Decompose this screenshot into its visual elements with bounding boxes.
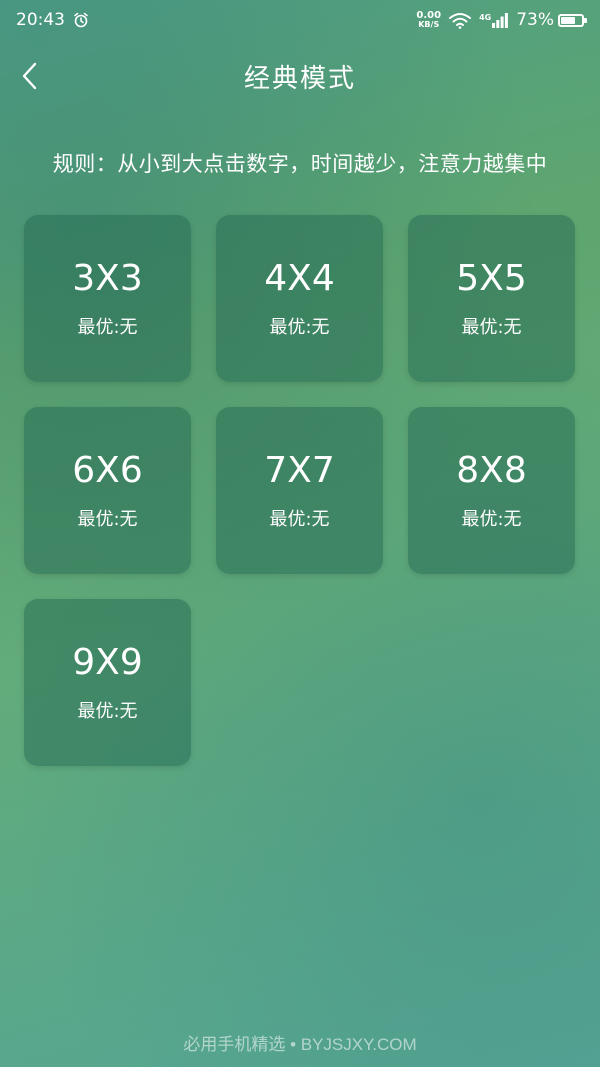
mode-card-5x5[interactable]: 5X5 最优:无 <box>408 215 575 382</box>
mode-best-record: 最优:无 <box>77 316 138 338</box>
net-speed-unit: KB/S <box>418 20 440 29</box>
chevron-left-icon <box>22 62 37 90</box>
battery-percent: 73% <box>516 10 554 30</box>
net-speed: 0.00 KB/S <box>416 10 442 30</box>
mode-best-record: 最优:无 <box>77 700 138 722</box>
mode-best-record: 最优:无 <box>269 316 330 338</box>
network-type: 4G <box>479 12 492 22</box>
mode-card-6x6[interactable]: 6X6 最优:无 <box>24 407 191 574</box>
status-bar: 20:43 0.00 KB/S 4G 73% <box>0 0 600 40</box>
mode-size: 7X7 <box>264 449 335 491</box>
status-time: 20:43 <box>16 10 65 30</box>
battery-fill <box>561 16 576 24</box>
mode-card-3x3[interactable]: 3X3 最优:无 <box>24 215 191 382</box>
mode-card-7x7[interactable]: 7X7 最优:无 <box>216 407 383 574</box>
wifi-icon <box>449 12 472 29</box>
mode-size: 6X6 <box>72 449 143 491</box>
mode-size: 4X4 <box>264 257 335 299</box>
mode-size: 8X8 <box>456 449 527 491</box>
mode-card-8x8[interactable]: 8X8 最优:无 <box>408 407 575 574</box>
mode-size: 3X3 <box>72 257 143 299</box>
status-left: 20:43 <box>16 10 89 30</box>
mode-grid: 3X3 最优:无 4X4 最优:无 5X5 最优:无 6X6 最优:无 7X7 … <box>24 215 576 766</box>
mode-best-record: 最优:无 <box>461 508 522 530</box>
back-button[interactable] <box>10 56 50 96</box>
mode-best-record: 最优:无 <box>77 508 138 530</box>
signal-indicator: 4G <box>479 12 509 28</box>
page-title: 经典模式 <box>243 63 356 94</box>
mode-card-9x9[interactable]: 9X9 最优:无 <box>24 599 191 766</box>
battery: 73% <box>516 10 587 30</box>
mode-best-record: 最优:无 <box>461 316 522 338</box>
battery-icon <box>558 13 587 27</box>
status-right: 0.00 KB/S 4G 73% <box>416 10 587 30</box>
signal-icon <box>492 12 509 28</box>
mode-size: 9X9 <box>72 641 143 683</box>
alarm-icon <box>74 12 88 28</box>
net-speed-value: 0.00 <box>416 10 442 21</box>
mode-card-4x4[interactable]: 4X4 最优:无 <box>216 215 383 382</box>
header: 经典模式 <box>0 52 600 100</box>
rules-text: 规则：从小到大点击数字，时间越少，注意力越集中 <box>52 152 548 176</box>
mode-best-record: 最优:无 <box>269 508 330 530</box>
mode-size: 5X5 <box>456 257 527 299</box>
watermark: 必用手机精选 • BYJSJXY.COM <box>183 1035 417 1054</box>
